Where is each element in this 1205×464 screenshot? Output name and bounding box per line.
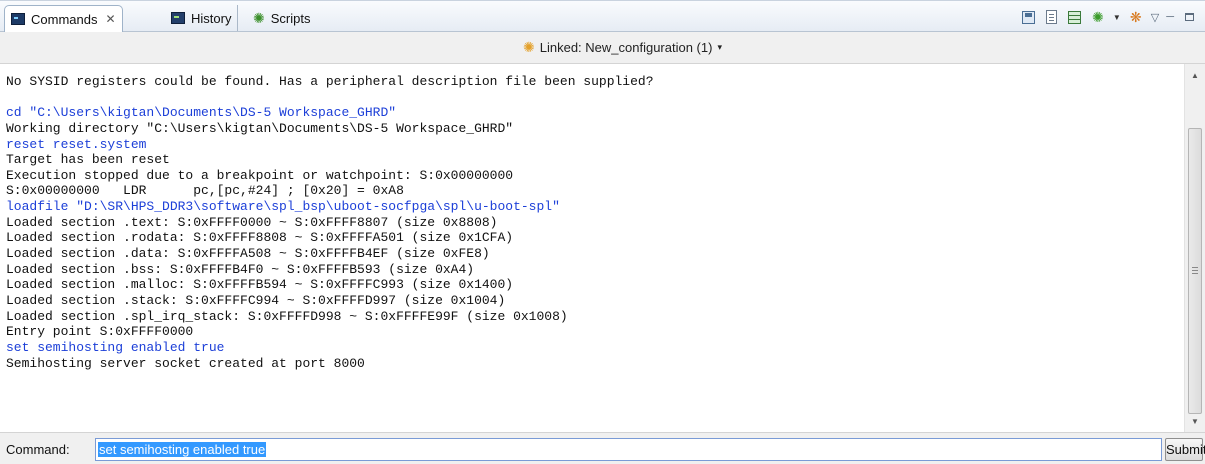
vertical-scrollbar[interactable]: ▲ ▼ — [1184, 64, 1205, 432]
chevron-down-icon[interactable]: ▼ — [1113, 13, 1121, 22]
minimize-icon[interactable]: ─ — [1166, 11, 1174, 23]
top-border — [0, 0, 1205, 1]
console-command-line: loadfile "D:\SR\HPS_DDR3\software\spl_bs… — [6, 199, 560, 215]
tab-commands[interactable]: Commands ✕ — [4, 5, 123, 32]
scripts-icon: ✺ — [253, 10, 265, 26]
console-output-line: Loaded section .text: S:0xFFFF0000 ~ S:0… — [6, 214, 498, 230]
console-output-line: Target has been reset — [6, 152, 170, 168]
close-icon[interactable]: ✕ — [105, 12, 115, 26]
command-label: Command: — [6, 442, 70, 457]
console-icon — [11, 13, 25, 25]
scrollbar-thumb[interactable] — [1188, 128, 1202, 414]
view-toolbar: ✺ ▼ ❋ ▽ ─ — [1021, 7, 1197, 27]
scroll-up-icon[interactable]: ▲ — [1185, 66, 1205, 84]
console-output-line: Loaded section .data: S:0xFFFFA508 ~ S:0… — [6, 246, 490, 262]
console-command-line: cd "C:\Users\kigtan\Documents\DS-5 Works… — [6, 105, 397, 121]
tab-commands-label: Commands — [31, 11, 98, 27]
command-input-selection: set semihosting enabled true — [98, 442, 267, 457]
linked-context-bar: ✺ Linked: New_configuration (1) ▾ — [0, 32, 1205, 64]
link-icon: ✺ — [523, 39, 535, 55]
history-icon — [171, 12, 185, 24]
console-lines: No SYSID registers could be found. Has a… — [0, 64, 1184, 371]
submit-button[interactable]: Submit — [1165, 438, 1205, 461]
console-output-line: No SYSID registers could be found. Has a… — [6, 74, 654, 89]
console-output-line: S:0x00000000 LDR pc,[pc,#24] ; [0x20] = … — [6, 183, 404, 199]
console-output[interactable]: No SYSID registers could be found. Has a… — [0, 64, 1184, 432]
tab-history[interactable]: History — [165, 5, 239, 31]
console-output-line: Loaded section .stack: S:0xFFFFC994 ~ S:… — [6, 292, 506, 308]
save-icon[interactable] — [1021, 9, 1037, 25]
linked-configuration-selector[interactable]: ✺ Linked: New_configuration (1) ▾ — [523, 39, 722, 56]
console-output-line: Loaded section .malloc: S:0xFFFFB594 ~ S… — [6, 277, 514, 293]
tab-scripts-label: Scripts — [270, 10, 311, 26]
grip-icon — [1192, 267, 1198, 274]
console-command-line: reset reset.system — [6, 136, 147, 152]
tab-history-label: History — [191, 10, 232, 26]
debug-icon[interactable]: ❋ — [1128, 9, 1144, 25]
table-view-icon[interactable] — [1067, 9, 1083, 25]
scroll-down-icon[interactable]: ▼ — [1185, 412, 1205, 430]
console-output-line: Entry point S:0xFFFF0000 — [6, 324, 194, 340]
command-bar: Command: set semihosting enabled true Su… — [0, 432, 1205, 464]
clear-console-icon[interactable] — [1044, 9, 1060, 25]
console-output-line: Execution stopped due to a breakpoint or… — [6, 167, 514, 183]
maximize-icon[interactable] — [1181, 9, 1197, 25]
tab-scripts[interactable]: ✺ Scripts — [247, 5, 316, 31]
link-context-icon[interactable]: ✺ — [1090, 9, 1106, 25]
console-output-line: Loaded section .bss: S:0xFFFFB4F0 ~ S:0x… — [6, 261, 475, 277]
view-tab-bar: Commands ✕ History ✺ Scripts ✺ ▼ ❋ ▽ ─ — [0, 0, 1205, 32]
dropdown-arrow-icon: ▾ — [717, 42, 722, 52]
console-command-line: set semihosting enabled true — [6, 339, 225, 355]
console-output-line: Loaded section .rodata: S:0xFFFF8808 ~ S… — [6, 230, 514, 246]
console-output-line: Semihosting server socket created at por… — [6, 355, 365, 371]
console-output-line: Loaded section .spl_irq_stack: S:0xFFFFD… — [6, 308, 568, 324]
linked-configuration-label: Linked: New_configuration (1) — [539, 40, 713, 55]
console-output-line: Working directory "C:\Users\kigtan\Docum… — [6, 120, 514, 136]
view-menu-icon[interactable]: ▽ — [1151, 11, 1159, 24]
